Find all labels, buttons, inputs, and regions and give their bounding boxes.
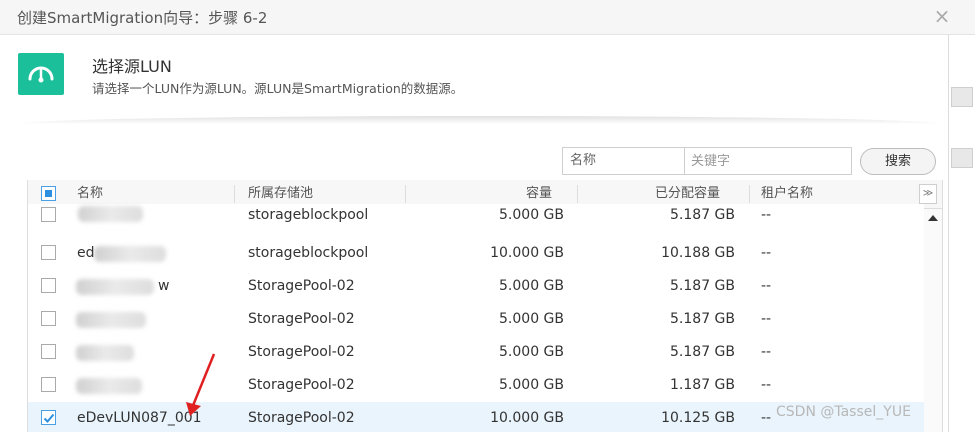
row-checkbox[interactable]	[41, 377, 56, 392]
redacted-name	[76, 345, 134, 361]
cell-allocated: 5.187 GB	[670, 344, 735, 360]
table-row[interactable]: ed storageblockpool 10.000 GB 10.188 GB …	[28, 237, 924, 271]
column-divider[interactable]	[749, 185, 750, 203]
cell-capacity: 10.000 GB	[490, 410, 564, 426]
cell-pool: StoragePool-02	[248, 278, 355, 294]
row-checkbox[interactable]	[41, 278, 56, 293]
search-button[interactable]: 搜索	[860, 148, 936, 175]
cell-tenant: --	[761, 311, 772, 327]
table-row[interactable]: StoragePool-02 5.000 GB 1.187 GB --	[28, 369, 924, 403]
search-input[interactable]	[684, 147, 852, 175]
column-settings-icon[interactable]: ≫	[919, 184, 937, 204]
column-divider[interactable]	[405, 185, 406, 203]
redacted-name	[76, 279, 154, 295]
background-element	[951, 87, 973, 107]
row-checkbox[interactable]	[41, 344, 56, 359]
cell-tenant: --	[761, 344, 772, 360]
cell-capacity: 5.000 GB	[499, 207, 564, 223]
step-description: 请选择一个LUN作为源LUN。源LUN是SmartMigration的数据源。	[92, 81, 464, 96]
cell-allocated: 5.187 GB	[670, 278, 735, 294]
cell-pool: storageblockpool	[248, 207, 369, 223]
redacted-name	[76, 312, 146, 328]
watermark: CSDN @Tassel_YUE	[776, 404, 911, 420]
cell-allocated: 1.187 GB	[670, 377, 735, 393]
dialog-title: 创建SmartMigration向导：步骤 6-2	[17, 9, 268, 27]
scroll-up-icon[interactable]	[928, 215, 938, 221]
redacted-name	[94, 246, 166, 262]
cell-allocated: 5.187 GB	[670, 207, 735, 223]
table-scrollbar[interactable]	[924, 209, 942, 432]
cell-pool: StoragePool-02	[248, 410, 355, 426]
gauge-icon-glyph	[28, 66, 54, 83]
row-checkbox[interactable]	[41, 207, 56, 222]
cell-tenant: --	[761, 278, 772, 294]
cell-allocated: 10.188 GB	[661, 245, 735, 261]
cell-name: w	[158, 278, 170, 294]
table-row[interactable]: w StoragePool-02 5.000 GB 5.187 GB --	[28, 270, 924, 304]
cell-tenant: --	[761, 410, 772, 426]
step-title: 选择源LUN	[92, 57, 172, 76]
table-row[interactable]: StoragePool-02 5.000 GB 5.187 GB --	[28, 336, 924, 370]
cell-allocated: 5.187 GB	[670, 311, 735, 327]
search-field-select[interactable]: 名称	[562, 147, 684, 175]
cell-tenant: --	[761, 245, 772, 261]
annotation-arrow-icon	[186, 353, 216, 416]
cell-pool: storageblockpool	[248, 245, 369, 261]
redacted-name	[78, 206, 143, 222]
cell-tenant: --	[761, 207, 772, 223]
row-checkbox[interactable]	[41, 245, 56, 260]
row-checkbox[interactable]	[41, 311, 56, 326]
cell-capacity: 5.000 GB	[499, 377, 564, 393]
row-checkbox-checked[interactable]	[41, 410, 56, 425]
cell-capacity: 5.000 GB	[499, 311, 564, 327]
cell-capacity: 10.000 GB	[490, 245, 564, 261]
column-divider[interactable]	[234, 185, 235, 203]
gauge-icon	[18, 53, 64, 95]
dialog-titlebar: 创建SmartMigration向导：步骤 6-2 ×	[0, 0, 975, 35]
cell-capacity: 5.000 GB	[499, 344, 564, 360]
cell-capacity: 5.000 GB	[499, 278, 564, 294]
background-window-edge	[948, 35, 975, 432]
cell-tenant: --	[761, 377, 772, 393]
cell-pool: StoragePool-02	[248, 377, 355, 393]
background-element	[951, 148, 973, 168]
close-icon[interactable]: ×	[930, 3, 954, 29]
table-row[interactable]: StoragePool-02 5.000 GB 5.187 GB --	[28, 303, 924, 337]
cell-pool: StoragePool-02	[248, 311, 355, 327]
checkmark-icon	[43, 413, 55, 423]
select-all-checkbox[interactable]	[41, 186, 56, 201]
cell-allocated: 10.125 GB	[661, 410, 735, 426]
column-divider[interactable]	[577, 185, 578, 203]
cell-pool: StoragePool-02	[248, 344, 355, 360]
redacted-name	[76, 378, 142, 394]
lun-table: 名称 所属存储池 容量 已分配容量 租户名称 ≫ storageblockpoo…	[27, 180, 943, 432]
table-row[interactable]: storageblockpool 5.000 GB 5.187 GB --	[28, 204, 924, 238]
cell-name: ed	[77, 245, 95, 261]
